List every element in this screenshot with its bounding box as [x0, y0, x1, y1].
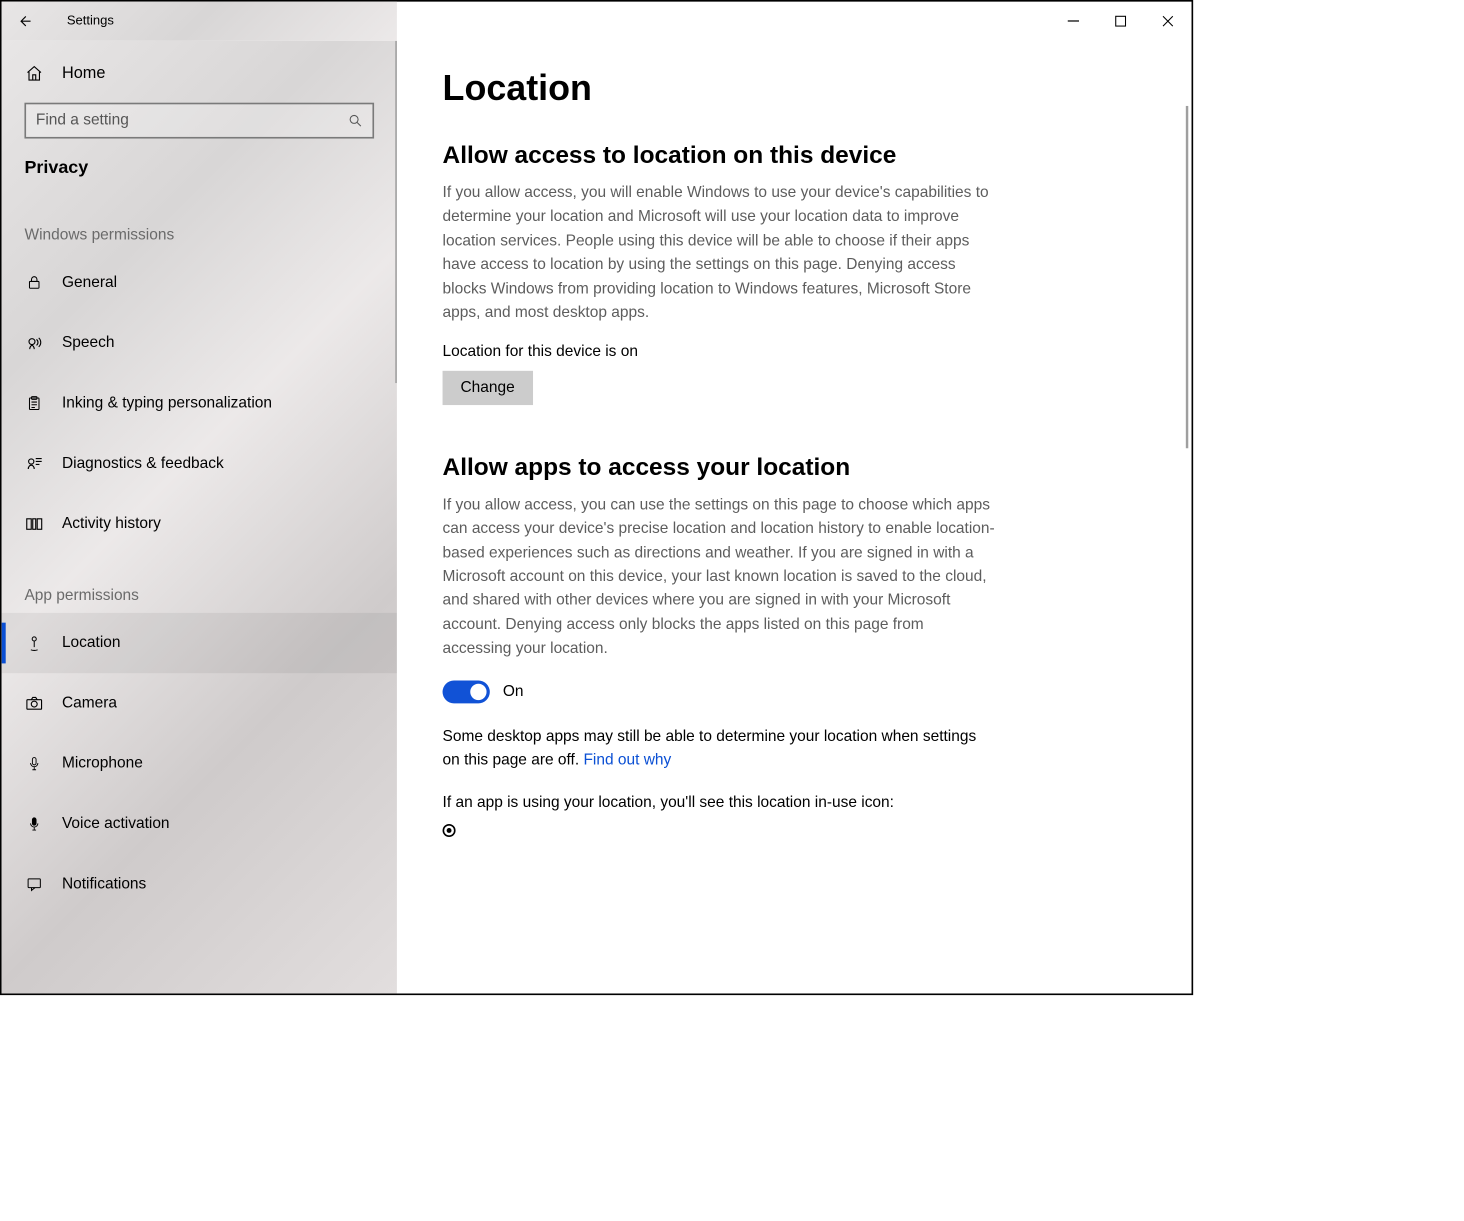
sidebar-item-label: Notifications	[62, 875, 146, 893]
page-title: Location	[443, 68, 1146, 109]
location-in-use-icon	[443, 824, 456, 837]
back-arrow-icon	[16, 13, 32, 29]
maximize-icon	[1115, 15, 1126, 26]
content-area: Location Allow access to location on thi…	[397, 41, 1192, 994]
sidebar-item-location[interactable]: Location	[2, 613, 397, 673]
change-button[interactable]: Change	[443, 371, 533, 405]
allow-apps-toggle[interactable]	[443, 680, 490, 703]
search-input[interactable]	[24, 103, 374, 139]
sidebar-item-label: General	[62, 274, 117, 292]
feedback-icon	[24, 455, 44, 473]
microphone-icon	[24, 755, 44, 773]
in-use-line: If an app is using your location, you'll…	[443, 790, 997, 814]
speech-icon	[24, 334, 44, 352]
window-title: Settings	[47, 14, 114, 29]
sidebar-item-label: Microphone	[62, 755, 143, 773]
sidebar-item-label: Activity history	[62, 515, 161, 533]
toggle-state-label: On	[503, 683, 524, 701]
sidebar-item-label: Camera	[62, 694, 117, 712]
search-icon	[348, 113, 363, 128]
sidebar-item-camera[interactable]: Camera	[2, 673, 397, 733]
lock-icon	[24, 275, 44, 291]
sidebar-item-label: Location	[62, 634, 121, 652]
close-button[interactable]	[1144, 5, 1191, 38]
camera-icon	[24, 696, 44, 711]
group-title-app-permissions: App permissions	[2, 554, 397, 613]
sidebar-item-voice-activation[interactable]: Voice activation	[2, 794, 397, 854]
home-icon	[24, 64, 44, 82]
category-label: Privacy	[2, 148, 397, 194]
timeline-icon	[24, 516, 44, 532]
desktop-apps-note: Some desktop apps may still be able to d…	[443, 724, 997, 772]
close-icon	[1162, 15, 1173, 26]
sidebar-item-label: Inking & typing personalization	[62, 394, 272, 412]
sidebar-item-notifications[interactable]: Notifications	[2, 854, 397, 914]
sidebar-item-label: Home	[62, 64, 105, 83]
section-allow-apps-title: Allow apps to access your location	[443, 454, 1146, 482]
section-allow-device-title: Allow access to location on this device	[443, 142, 1146, 170]
section-allow-apps-body: If you allow access, you can use the set…	[443, 493, 997, 661]
location-device-status: Location for this device is on	[443, 343, 1146, 361]
sidebar-item-label: Voice activation	[62, 815, 170, 833]
voice-activation-icon	[24, 815, 44, 833]
search-field[interactable]	[26, 104, 372, 137]
sidebar-item-microphone[interactable]: Microphone	[2, 734, 397, 794]
sidebar-item-inking[interactable]: Inking & typing personalization	[2, 373, 397, 433]
sidebar-item-diagnostics[interactable]: Diagnostics & feedback	[2, 434, 397, 494]
minimize-button[interactable]	[1050, 5, 1097, 38]
back-button[interactable]	[2, 2, 48, 41]
sidebar-item-label: Speech	[62, 334, 115, 352]
notifications-icon	[24, 876, 44, 892]
maximize-button[interactable]	[1097, 5, 1144, 38]
sidebar-item-home[interactable]: Home	[2, 51, 397, 97]
section-allow-device-body: If you allow access, you will enable Win…	[443, 181, 997, 325]
sidebar-item-general[interactable]: General	[2, 253, 397, 313]
location-icon	[24, 634, 44, 652]
sidebar-item-activity-history[interactable]: Activity history	[2, 494, 397, 554]
find-out-why-link[interactable]: Find out why	[583, 752, 671, 769]
sidebar-item-speech[interactable]: Speech	[2, 313, 397, 373]
clipboard-icon	[24, 394, 44, 412]
sidebar-item-label: Diagnostics & feedback	[62, 455, 224, 473]
group-title-windows-permissions: Windows permissions	[2, 194, 397, 253]
sidebar: Home Privacy Windows permissions General…	[2, 41, 397, 994]
minimize-icon	[1068, 15, 1079, 26]
